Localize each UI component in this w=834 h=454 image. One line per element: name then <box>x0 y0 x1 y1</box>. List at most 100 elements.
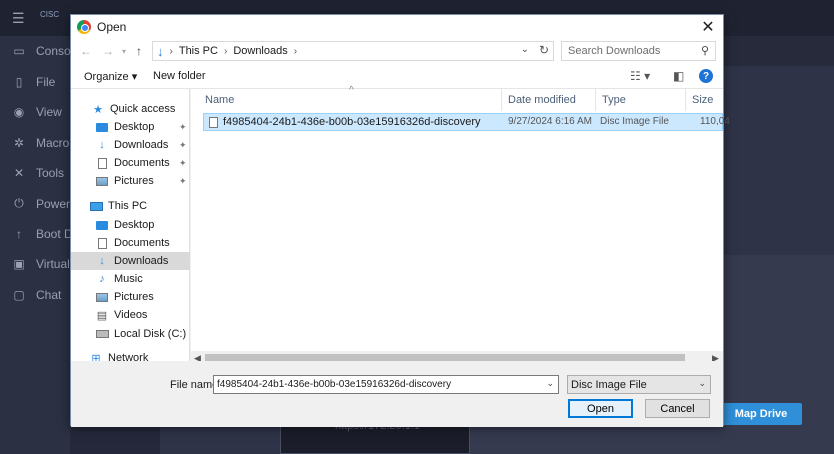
open-file-dialog: Open ✕ ← → ▾ ↑ ↓ › This PC › Downloads ›… <box>70 14 730 427</box>
boot-icon: ↑ <box>16 227 22 241</box>
power-icon: ⏻ <box>14 196 24 210</box>
sidebar-item-console[interactable]: ▭ Conso <box>12 44 70 58</box>
up-arrow-icon[interactable]: ↑ <box>136 44 142 58</box>
recent-locations-icon[interactable]: ▾ <box>122 47 126 56</box>
nav-pc-local-disk[interactable]: Local Disk (C:) <box>71 325 190 343</box>
nav-pc-pictures[interactable]: Pictures <box>71 288 190 306</box>
pin-icon[interactable]: ✦ <box>179 158 187 169</box>
chevron-right-icon[interactable]: › <box>170 46 173 57</box>
nav-pc-desktop[interactable]: Desktop <box>71 216 190 234</box>
desktop-folder-icon <box>95 121 109 133</box>
nav-quick-downloads[interactable]: ↓ Downloads ✦ <box>71 136 190 154</box>
nav-pc-downloads[interactable]: ↓ Downloads <box>71 252 190 270</box>
column-header-name[interactable]: Name <box>199 89 502 111</box>
column-header-size[interactable]: Size <box>686 89 723 111</box>
documents-icon <box>95 157 109 169</box>
sidebar-item-macro[interactable]: ✲ Macro <box>12 136 69 150</box>
file-name-value: f4985404-24b1-436e-b00b-03e15916326d-dis… <box>217 379 452 390</box>
sidebar-item-view[interactable]: ◉ View <box>12 105 62 119</box>
virtual-icon: ▣ <box>13 257 25 271</box>
navigation-pane: ★ Quick access Desktop ✦ ↓ Downloads ✦ D… <box>71 89 190 365</box>
cisco-logo: CISC <box>40 10 60 19</box>
forward-arrow-icon[interactable]: → <box>102 44 114 58</box>
sidebar-item-virtual[interactable]: ▣ Virtual <box>12 257 69 271</box>
nav-quick-desktop[interactable]: Desktop ✦ <box>71 118 190 136</box>
view-options-icon[interactable]: ☷ ▾ <box>630 69 650 83</box>
dialog-title: Open <box>97 20 127 34</box>
background-header-block <box>724 36 834 66</box>
downloads-icon: ↓ <box>99 255 105 267</box>
organize-button[interactable]: Organize ▾ <box>84 70 137 83</box>
sidebar-item-boot[interactable]: ↑ Boot D <box>12 227 73 241</box>
music-icon: ♪ <box>99 273 105 285</box>
documents-icon <box>95 237 109 249</box>
videos-icon: ▤ <box>96 309 108 322</box>
nav-quick-pictures[interactable]: Pictures ✦ <box>71 172 190 190</box>
cancel-button[interactable]: Cancel <box>645 399 710 418</box>
breadcrumb-downloads[interactable]: Downloads <box>233 45 287 57</box>
nav-this-pc[interactable]: This PC <box>71 197 190 215</box>
file-type-value: Disc Image File <box>571 378 647 391</box>
nav-quick-access[interactable]: ★ Quick access <box>71 100 190 118</box>
tools-icon: ✕ <box>13 166 25 180</box>
pin-icon[interactable]: ✦ <box>179 122 187 133</box>
table-row[interactable]: f4985404-24b1-436e-b00b-03e15916326d-dis… <box>203 113 730 131</box>
sidebar-item-file[interactable]: ▯ File <box>12 75 56 89</box>
desktop-folder-icon <box>95 219 109 231</box>
navigation-bar: ← → ▾ ↑ ↓ › This PC › Downloads › ⌄ ↻ Se… <box>71 39 723 65</box>
disk-drive-icon <box>95 328 109 340</box>
pictures-icon <box>95 291 109 303</box>
nav-pc-documents[interactable]: Documents <box>71 234 190 252</box>
column-header-date[interactable]: Date modified <box>502 89 596 111</box>
file-name-input[interactable]: f4985404-24b1-436e-b00b-03e15916326d-dis… <box>213 375 559 394</box>
file-date-cell: 9/27/2024 6:16 AM <box>508 116 592 127</box>
star-icon: ★ <box>93 103 103 116</box>
file-name-cell: f4985404-24b1-436e-b00b-03e15916326d-dis… <box>223 116 481 128</box>
chevron-right-icon[interactable]: › <box>294 46 297 57</box>
map-drive-button[interactable]: Map Drive <box>720 403 802 425</box>
column-header-type[interactable]: Type <box>596 89 686 111</box>
new-folder-button[interactable]: New folder <box>153 70 206 82</box>
file-icon: ▯ <box>15 75 23 89</box>
address-bar[interactable]: ↓ › This PC › Downloads › ⌄ ↻ <box>152 41 554 61</box>
breadcrumb-this-pc[interactable]: This PC <box>179 45 218 57</box>
sidebar-item-tools[interactable]: ✕ Tools <box>12 166 64 180</box>
file-type-select[interactable]: Disc Image File ⌄ <box>567 375 711 394</box>
pin-icon[interactable]: ✦ <box>179 176 187 187</box>
chevron-right-icon[interactable]: › <box>224 46 227 57</box>
preview-pane-icon[interactable]: ◧ <box>673 69 684 83</box>
refresh-icon[interactable]: ↻ <box>539 43 549 57</box>
eye-icon: ◉ <box>13 105 25 119</box>
hamburger-menu-icon[interactable]: ☰ <box>12 10 25 27</box>
sidebar-item-chat[interactable]: ▢ Chat <box>12 288 61 302</box>
help-icon[interactable]: ? <box>699 69 713 83</box>
downloads-arrow-icon: ↓ <box>157 43 164 59</box>
dialog-toolbar: Organize ▾ New folder ☷ ▾ ◧ ? <box>71 65 723 89</box>
chrome-icon <box>77 20 91 34</box>
nav-quick-documents[interactable]: Documents ✦ <box>71 154 190 172</box>
close-icon[interactable]: ✕ <box>699 17 717 37</box>
search-input[interactable]: Search Downloads ⚲ <box>561 41 716 61</box>
pin-icon[interactable]: ✦ <box>179 140 187 151</box>
search-icon: ⚲ <box>700 45 709 57</box>
pictures-icon <box>95 175 109 187</box>
nav-pc-videos[interactable]: ▤ Videos <box>71 306 190 324</box>
chevron-down-icon[interactable]: ⌄ <box>546 378 554 389</box>
chat-icon: ▢ <box>13 288 25 302</box>
macro-icon: ✲ <box>13 136 25 150</box>
back-arrow-icon[interactable]: ← <box>80 44 92 58</box>
console-icon: ▭ <box>13 44 25 58</box>
open-button[interactable]: Open <box>568 399 633 418</box>
downloads-icon: ↓ <box>99 139 105 151</box>
chevron-down-icon[interactable]: ⌄ <box>698 378 706 389</box>
nav-pc-music[interactable]: ♪ Music <box>71 270 190 288</box>
sidebar-item-power[interactable]: ⏻ Power <box>12 196 70 211</box>
dialog-titlebar[interactable]: Open ✕ <box>71 15 723 39</box>
search-placeholder: Search Downloads <box>568 45 661 57</box>
dialog-footer: File name: f4985404-24b1-436e-b00b-03e15… <box>71 361 723 427</box>
chevron-down-icon[interactable]: ⌄ <box>521 44 529 55</box>
file-list-pane: ^ Name Date modified Type Size f4985404-… <box>191 85 730 365</box>
file-size-cell: 110,04 <box>700 116 730 127</box>
computer-icon <box>89 200 103 212</box>
disc-image-file-icon <box>209 116 218 128</box>
